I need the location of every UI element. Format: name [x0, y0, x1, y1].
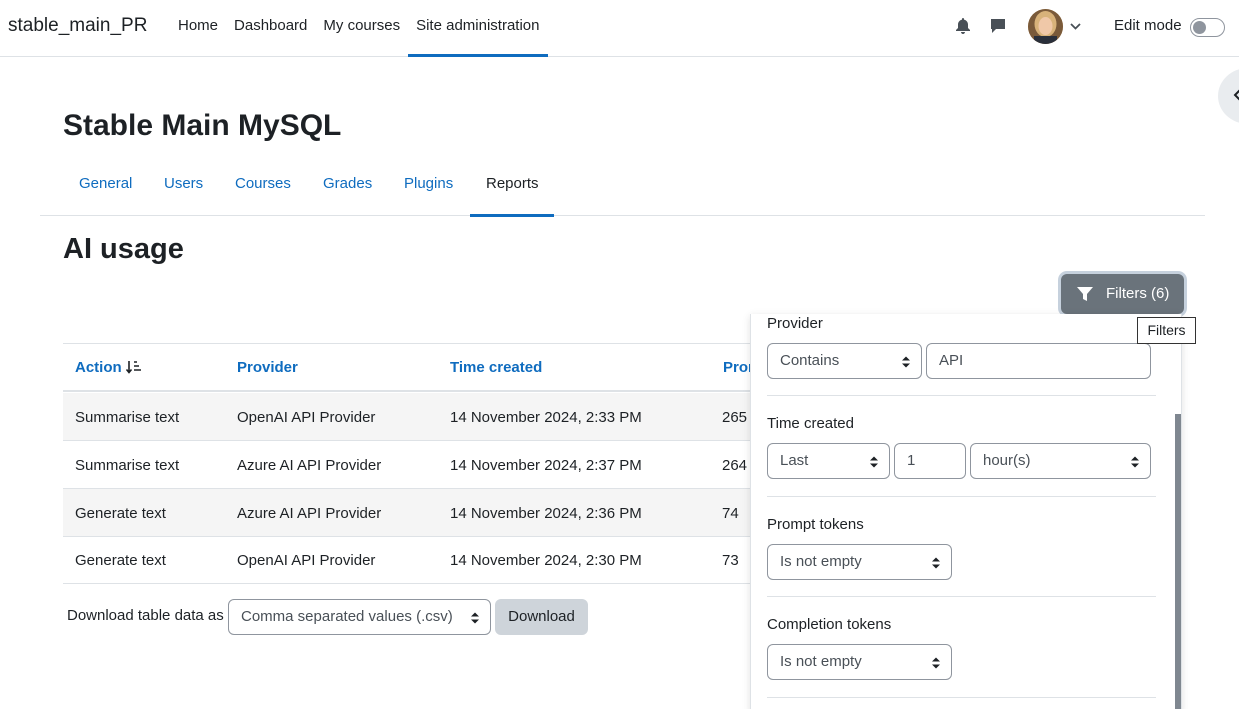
- page-title: Stable Main MySQL: [63, 109, 342, 142]
- completion-tokens-operator-value: Is not empty: [780, 653, 862, 670]
- filters-tooltip: Filters: [1137, 317, 1196, 344]
- download-format-value: Comma separated values (.csv): [241, 608, 453, 625]
- cell-prompt-tokens: 264: [722, 457, 748, 474]
- column-header-provider[interactable]: Provider: [237, 359, 298, 376]
- bell-icon[interactable]: [956, 18, 970, 34]
- toggle-knob: [1193, 21, 1206, 34]
- cell-provider: Azure AI API Provider: [237, 457, 382, 474]
- select-caret-icon: [870, 455, 878, 469]
- time-created-operator-value: Last: [780, 452, 809, 469]
- column-header-label: Action: [75, 359, 122, 376]
- site-brand[interactable]: stable_main_PR: [8, 15, 147, 37]
- cell-action: Generate text: [75, 552, 166, 569]
- chevron-left-icon: [1233, 89, 1239, 101]
- nav-my-courses[interactable]: My courses: [315, 0, 408, 56]
- provider-value-text: API: [939, 352, 964, 369]
- primary-navigation: Home Dashboard My courses Site administr…: [170, 0, 548, 57]
- tab-users[interactable]: Users: [148, 160, 219, 216]
- separator: [767, 596, 1156, 597]
- filter-icon: [1077, 287, 1093, 302]
- separator: [767, 496, 1156, 497]
- table-row: Generate text Azure AI API Provider 14 N…: [63, 489, 763, 537]
- chevron-down-icon[interactable]: [1070, 22, 1081, 31]
- select-caret-icon: [902, 355, 910, 369]
- table-row: Generate text OpenAI API Provider 14 Nov…: [63, 536, 763, 584]
- prompt-tokens-filter-label: Prompt tokens: [767, 516, 864, 533]
- sort-icon: [125, 360, 142, 374]
- prompt-tokens-operator-select[interactable]: Is not empty: [767, 544, 952, 580]
- select-caret-icon: [932, 556, 940, 570]
- cell-time-created: 14 November 2024, 2:33 PM: [450, 409, 642, 426]
- select-caret-icon: [1131, 455, 1139, 469]
- time-created-unit-value: hour(s): [983, 452, 1031, 469]
- time-created-amount-input[interactable]: 1: [894, 443, 966, 479]
- cell-provider: OpenAI API Provider: [237, 409, 376, 426]
- cell-time-created: 14 November 2024, 2:37 PM: [450, 457, 642, 474]
- time-created-filter-label: Time created: [767, 415, 854, 432]
- completion-tokens-operator-select[interactable]: Is not empty: [767, 644, 952, 680]
- column-header-action[interactable]: Action: [75, 359, 142, 376]
- chat-icon[interactable]: [990, 18, 1006, 34]
- cell-prompt-tokens: 265: [722, 409, 748, 426]
- cell-prompt-tokens: 74: [722, 505, 739, 522]
- filters-panel-scrollbar[interactable]: [1175, 414, 1181, 709]
- top-navbar: stable_main_PR Home Dashboard My courses…: [0, 0, 1239, 57]
- filters-button-label: Filters (6): [1106, 285, 1170, 302]
- provider-filter-label: Provider: [767, 315, 823, 332]
- edit-mode-toggle[interactable]: [1190, 18, 1225, 37]
- cell-action: Summarise text: [75, 457, 180, 474]
- tab-grades[interactable]: Grades: [307, 160, 388, 216]
- provider-operator-value: Contains: [780, 352, 840, 369]
- select-caret-icon: [471, 611, 479, 625]
- filters-panel: Provider Contains API Time created Last …: [750, 314, 1182, 709]
- tab-plugins[interactable]: Plugins: [388, 160, 469, 216]
- tab-general[interactable]: General: [63, 160, 148, 216]
- cell-provider: OpenAI API Provider: [237, 552, 376, 569]
- secondary-navigation: General Users Courses Grades Plugins Rep…: [40, 160, 1205, 217]
- tab-courses[interactable]: Courses: [219, 160, 307, 216]
- download-format-select[interactable]: Comma separated values (.csv): [228, 599, 491, 635]
- time-created-unit-select[interactable]: hour(s): [970, 443, 1151, 479]
- table-header: Action Provider Time created Pron: [63, 343, 763, 392]
- cell-action: Generate text: [75, 505, 166, 522]
- open-drawer-button[interactable]: [1218, 68, 1239, 124]
- download-label: Download table data as: [67, 607, 224, 624]
- report-title: AI usage: [63, 233, 184, 265]
- cell-prompt-tokens: 73: [722, 552, 739, 569]
- table-row: Summarise text OpenAI API Provider 14 No…: [63, 393, 763, 441]
- tab-reports[interactable]: Reports: [470, 160, 554, 217]
- cell-time-created: 14 November 2024, 2:30 PM: [450, 552, 642, 569]
- nav-site-administration[interactable]: Site administration: [408, 0, 548, 57]
- time-created-amount-value: 1: [907, 452, 916, 469]
- prompt-tokens-operator-value: Is not empty: [780, 553, 862, 570]
- separator: [767, 395, 1156, 396]
- completion-tokens-filter-label: Completion tokens: [767, 616, 892, 633]
- cell-action: Summarise text: [75, 409, 180, 426]
- separator: [767, 697, 1156, 698]
- filters-button[interactable]: Filters (6): [1061, 274, 1184, 314]
- nav-dashboard[interactable]: Dashboard: [226, 0, 315, 56]
- cell-time-created: 14 November 2024, 2:36 PM: [450, 505, 642, 522]
- time-created-operator-select[interactable]: Last: [767, 443, 890, 479]
- provider-operator-select[interactable]: Contains: [767, 343, 922, 379]
- column-header-time-created[interactable]: Time created: [450, 359, 542, 376]
- table-row: Summarise text Azure AI API Provider 14 …: [63, 441, 763, 489]
- nav-home[interactable]: Home: [170, 0, 226, 56]
- avatar[interactable]: [1028, 9, 1063, 44]
- cell-provider: Azure AI API Provider: [237, 505, 382, 522]
- provider-value-input[interactable]: API: [926, 343, 1151, 379]
- select-caret-icon: [932, 656, 940, 670]
- download-button[interactable]: Download: [495, 599, 588, 635]
- edit-mode-label: Edit mode: [1114, 17, 1182, 34]
